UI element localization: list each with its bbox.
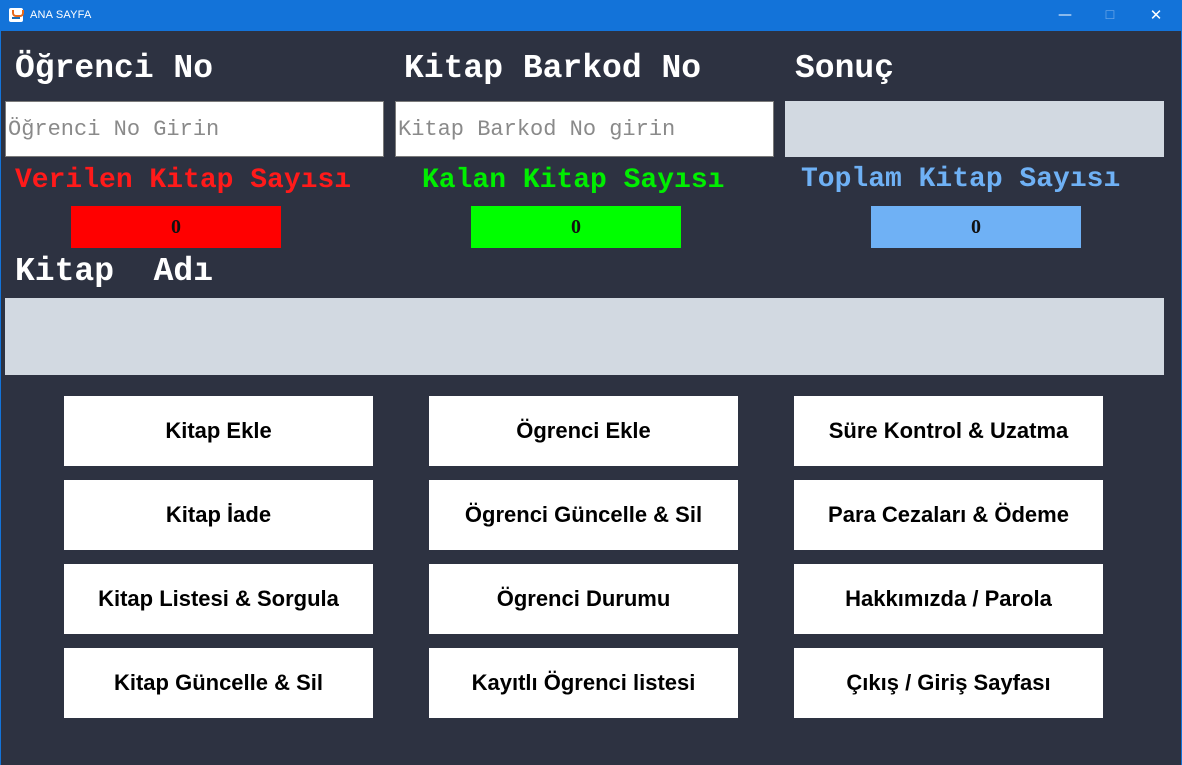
registered-students-button[interactable]: Kayıtlı Ögrenci listesi bbox=[429, 648, 738, 718]
book-name-field bbox=[5, 298, 1164, 375]
total-books-count: 0 bbox=[871, 206, 1081, 248]
about-password-button[interactable]: Hakkımızda / Parola bbox=[794, 564, 1103, 634]
return-book-button[interactable]: Kitap İade bbox=[64, 480, 373, 550]
student-no-heading: Öğrenci No bbox=[15, 50, 214, 87]
minimize-icon[interactable]: — bbox=[1042, 0, 1088, 31]
remaining-books-count: 0 bbox=[471, 206, 681, 248]
book-barcode-input[interactable] bbox=[395, 101, 774, 157]
fines-payment-button[interactable]: Para Cezaları & Ödeme bbox=[794, 480, 1103, 550]
book-name-heading: Kitap Adı bbox=[15, 253, 214, 290]
remaining-books-label: Kalan Kitap Sayısı bbox=[422, 165, 725, 196]
update-delete-student-button[interactable]: Ögrenci Güncelle & Sil bbox=[429, 480, 738, 550]
maximize-icon[interactable]: ☐ bbox=[1087, 0, 1133, 31]
time-control-extend-button[interactable]: Süre Kontrol & Uzatma bbox=[794, 396, 1103, 466]
result-heading: Sonuç bbox=[795, 50, 895, 87]
add-book-button[interactable]: Kitap Ekle bbox=[64, 396, 373, 466]
book-barcode-heading: Kitap Barkod No bbox=[404, 50, 702, 87]
total-books-label: Toplam Kitap Sayısı bbox=[801, 164, 1121, 195]
add-student-button[interactable]: Ögrenci Ekle bbox=[429, 396, 738, 466]
result-field bbox=[785, 101, 1164, 157]
title-bar: ANA SAYFA — ☐ ✕ bbox=[0, 0, 1182, 31]
close-icon[interactable]: ✕ bbox=[1133, 0, 1179, 31]
java-cup-icon bbox=[9, 8, 24, 22]
logout-login-page-button[interactable]: Çıkış / Giriş Sayfası bbox=[794, 648, 1103, 718]
window-border bbox=[0, 31, 1, 765]
given-books-count: 0 bbox=[71, 206, 281, 248]
given-books-label: Verilen Kitap Sayısı bbox=[15, 165, 352, 196]
student-no-input[interactable] bbox=[5, 101, 384, 157]
window-title: ANA SAYFA bbox=[30, 9, 92, 21]
book-list-query-button[interactable]: Kitap Listesi & Sorgula bbox=[64, 564, 373, 634]
update-delete-book-button[interactable]: Kitap Güncelle & Sil bbox=[64, 648, 373, 718]
student-status-button[interactable]: Ögrenci Durumu bbox=[429, 564, 738, 634]
